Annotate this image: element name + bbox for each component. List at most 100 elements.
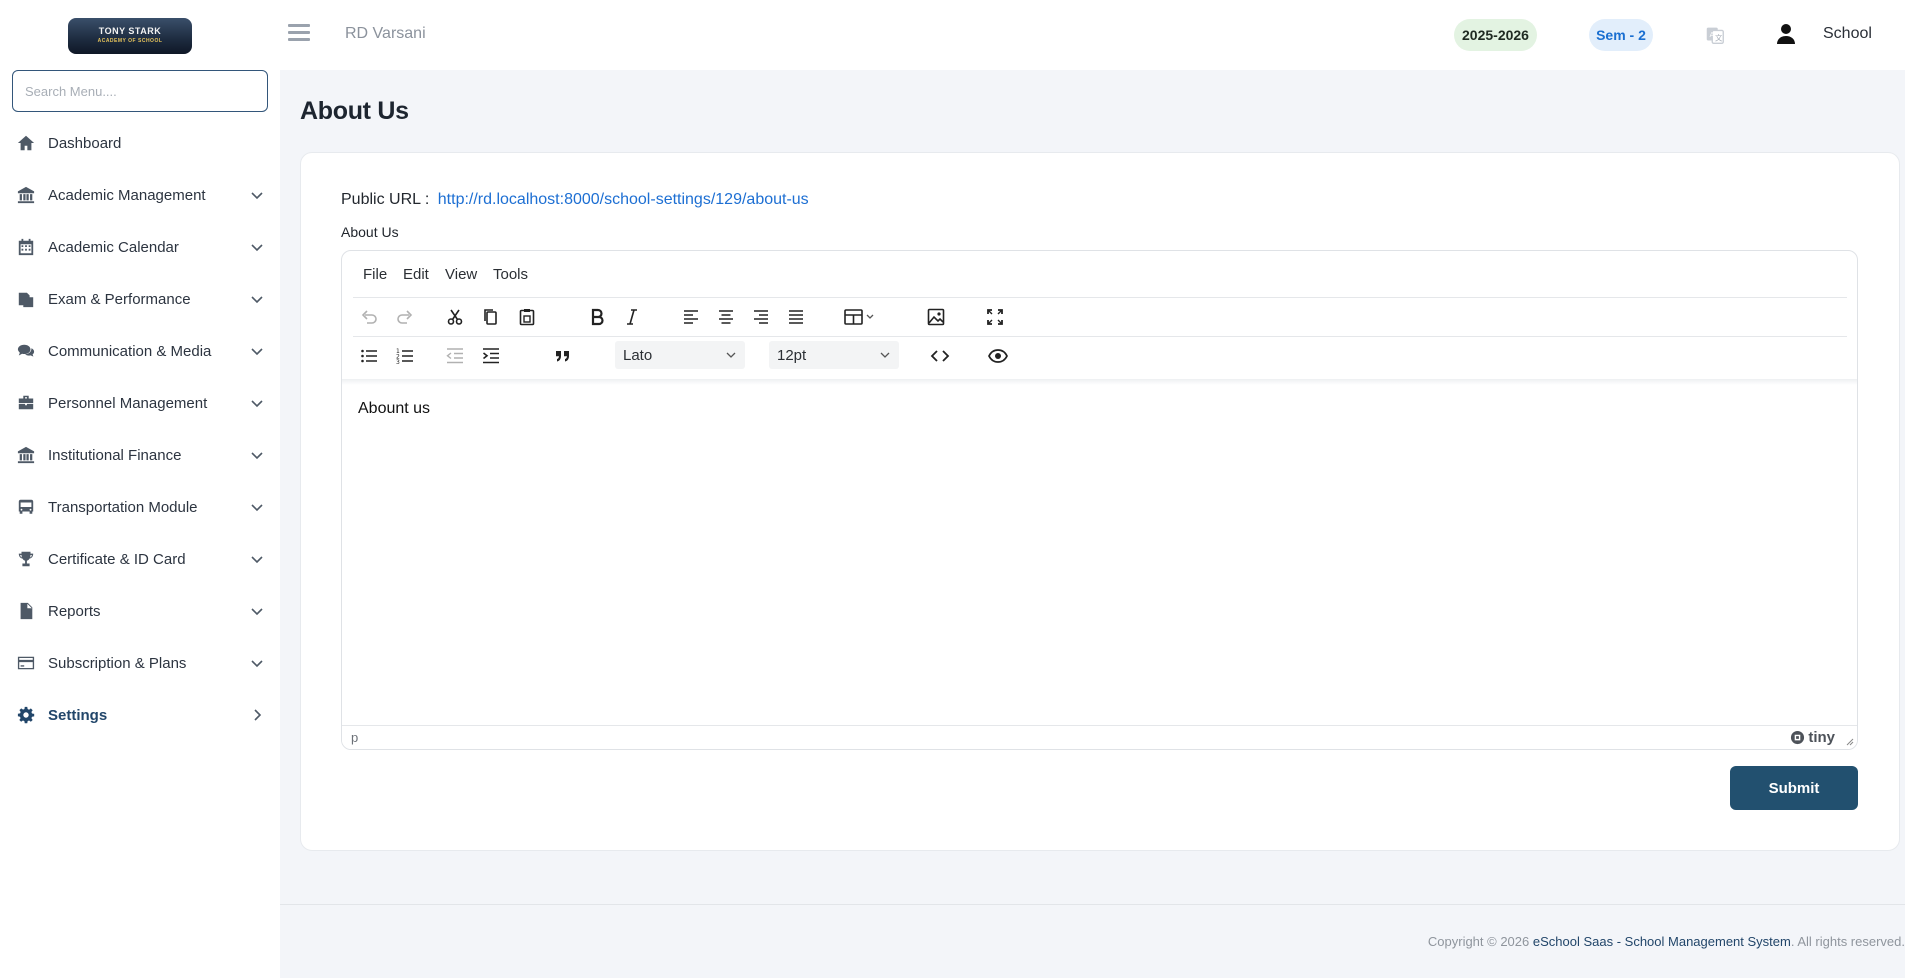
numbered-list-icon[interactable]: 123 <box>394 346 416 366</box>
profile-label[interactable]: School <box>1823 25 1872 43</box>
rich-text-editor: File Edit View Tools 1 2 3 Lato 12pt Abo… <box>341 250 1858 750</box>
undo-icon[interactable] <box>358 307 380 327</box>
image-icon[interactable] <box>925 307 947 327</box>
sidebar-item-settings[interactable]: Settings <box>0 692 280 738</box>
menu-toggle-icon[interactable] <box>288 24 310 44</box>
sidebar-item-personnel-management[interactable]: Personnel Management <box>0 380 280 426</box>
sidebar-item-label: Exam & Performance <box>48 290 191 308</box>
svg-text:A: A <box>1710 30 1715 39</box>
source-code-icon[interactable] <box>929 346 951 366</box>
briefcase-icon <box>18 395 34 410</box>
menu-tools[interactable]: Tools <box>493 266 528 283</box>
align-center-icon[interactable] <box>715 307 737 327</box>
public-url-row: Public URL : http://rd.localhost:8000/sc… <box>341 191 809 209</box>
font-family-value: Lato <box>623 346 653 364</box>
indent-icon[interactable] <box>480 346 502 366</box>
sidebar-item-label: Reports <box>48 602 101 620</box>
resize-handle-icon[interactable] <box>1844 736 1854 746</box>
sidebar: Dashboard Academic Management Academic C… <box>0 70 280 978</box>
sidebar-item-label: Dashboard <box>48 134 122 152</box>
public-url-link[interactable]: http://rd.localhost:8000/school-settings… <box>438 191 809 208</box>
sidebar-item-certificate-id-card[interactable]: Certificate & ID Card <box>0 536 280 582</box>
sidebar-item-academic-calendar[interactable]: Academic Calendar <box>0 224 280 270</box>
sidebar-item-dashboard[interactable]: Dashboard <box>0 120 280 166</box>
language-icon[interactable]: A文 <box>1704 24 1726 46</box>
sidebar-item-label: Transportation Module <box>48 498 198 516</box>
tiny-brand-link[interactable]: tiny <box>1790 729 1835 746</box>
chevron-right-icon <box>254 709 262 721</box>
chevron-down-icon <box>251 608 263 616</box>
file-icon <box>20 602 33 620</box>
align-justify-icon[interactable] <box>785 307 807 327</box>
sidebar-item-label: Academic Calendar <box>48 238 179 256</box>
font-family-select[interactable]: Lato <box>615 341 745 369</box>
top-header: TONY STARK ACADEMY OF SCHOOL RD Varsani … <box>0 0 1905 70</box>
fullscreen-icon[interactable] <box>984 307 1006 327</box>
svg-text:3: 3 <box>396 359 400 366</box>
user-avatar-icon[interactable] <box>1776 23 1796 45</box>
blockquote-icon[interactable] <box>552 346 574 366</box>
editor-paragraph: Abount us <box>358 400 431 417</box>
session-year-badge[interactable]: 2025-2026 <box>1454 19 1537 51</box>
sidebar-item-label: Subscription & Plans <box>48 654 187 672</box>
editor-toolbar-row-2: 123 Lato 12pt <box>353 336 1847 374</box>
sidebar-item-transportation-module[interactable]: Transportation Module <box>0 484 280 530</box>
sidebar-item-label: Academic Management <box>48 186 206 204</box>
chat-icon <box>17 344 35 357</box>
sidebar-item-academic-management[interactable]: Academic Management <box>0 172 280 218</box>
copy-icon[interactable] <box>480 307 502 327</box>
align-left-icon[interactable] <box>680 307 702 327</box>
chevron-down-icon <box>880 352 890 358</box>
footer-copyright: Copyright © 2026 eSchool Saas - School M… <box>1428 934 1905 949</box>
cut-icon[interactable] <box>444 307 466 327</box>
search-menu-input[interactable] <box>12 70 268 112</box>
paste-icon[interactable] <box>516 307 538 327</box>
menu-edit[interactable]: Edit <box>403 266 429 283</box>
page-footer: Copyright © 2026 eSchool Saas - School M… <box>280 904 1905 978</box>
bullet-list-icon[interactable] <box>358 346 380 366</box>
font-size-select[interactable]: 12pt <box>769 341 899 369</box>
bold-icon[interactable] <box>586 307 608 327</box>
preview-eye-icon[interactable] <box>987 346 1009 366</box>
trophy-icon <box>18 551 34 567</box>
chevron-down-icon <box>251 400 263 408</box>
home-icon <box>17 135 35 151</box>
italic-icon[interactable] <box>621 307 643 327</box>
menu-view[interactable]: View <box>445 266 477 283</box>
sidebar-item-label: Personnel Management <box>48 394 208 412</box>
public-url-label: Public URL : <box>341 191 430 208</box>
sidebar-item-reports[interactable]: Reports <box>0 588 280 634</box>
align-right-icon[interactable] <box>750 307 772 327</box>
tiny-brand-text: tiny <box>1808 729 1835 746</box>
bus-icon <box>18 499 34 514</box>
school-logo[interactable]: TONY STARK ACADEMY OF SCHOOL <box>68 18 192 54</box>
submit-button[interactable]: Submit <box>1730 766 1858 810</box>
about-us-field-label: About Us <box>341 224 399 240</box>
menu-file[interactable]: File <box>363 266 387 283</box>
sidebar-item-subscription-plans[interactable]: Subscription & Plans <box>0 640 280 686</box>
element-path[interactable]: p <box>351 730 358 745</box>
chevron-down-icon <box>251 348 263 356</box>
font-size-value: 12pt <box>777 346 807 364</box>
chevron-down-icon <box>251 504 263 512</box>
header-user-name: RD Varsani <box>345 25 426 42</box>
calendar-icon <box>18 238 34 256</box>
credit-card-icon <box>17 656 35 670</box>
page-title: About Us <box>300 97 409 125</box>
institution-icon <box>17 446 35 464</box>
semester-badge[interactable]: Sem - 2 <box>1589 19 1653 51</box>
outdent-icon[interactable] <box>444 346 466 366</box>
footer-suffix: . All rights reserved. <box>1790 934 1905 949</box>
redo-icon[interactable] <box>394 307 416 327</box>
editor-statusbar: p tiny <box>342 725 1857 749</box>
institution-icon <box>17 186 35 204</box>
editor-content-area[interactable]: Abount us <box>342 385 1857 725</box>
editor-menubar: File Edit View Tools <box>342 251 1857 297</box>
sidebar-item-institutional-finance[interactable]: Institutional Finance <box>0 432 280 478</box>
table-icon[interactable] <box>843 307 881 327</box>
svg-text:文: 文 <box>1715 34 1723 43</box>
footer-company-link[interactable]: eSchool Saas - School Management System <box>1533 934 1791 949</box>
sidebar-item-communication-media[interactable]: Communication & Media <box>0 328 280 374</box>
sidebar-item-label: Institutional Finance <box>48 446 182 464</box>
sidebar-item-exam-performance[interactable]: Exam & Performance <box>0 276 280 322</box>
